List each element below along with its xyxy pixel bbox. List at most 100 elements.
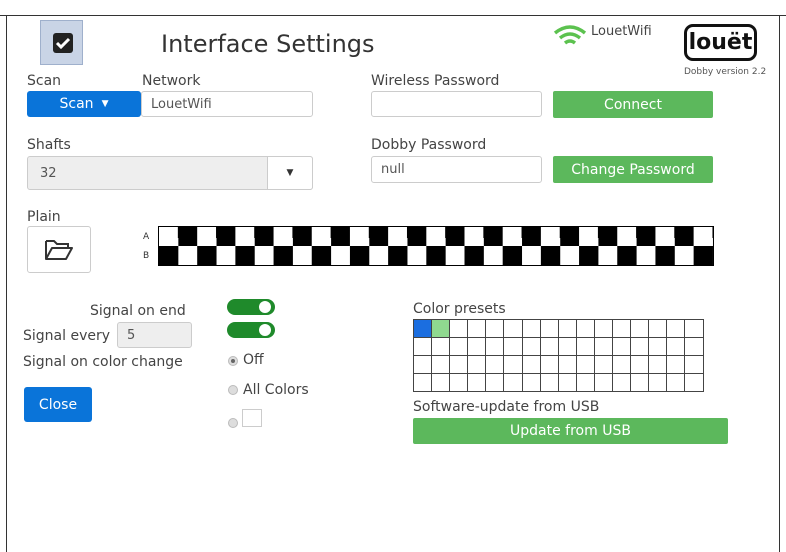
change-password-button[interactable]: Change Password bbox=[553, 156, 713, 183]
radio-custom-color[interactable] bbox=[228, 418, 238, 428]
color-preset-cell[interactable] bbox=[431, 355, 451, 375]
app-checkbox-icon[interactable] bbox=[40, 20, 83, 65]
color-preset-cell[interactable] bbox=[412, 355, 433, 375]
color-preset-cell[interactable] bbox=[666, 355, 686, 375]
color-preset-cell[interactable] bbox=[648, 318, 668, 339]
color-preset-cell[interactable] bbox=[684, 318, 704, 339]
version-label: Dobby version 2.2 bbox=[684, 67, 767, 77]
color-preset-cell[interactable] bbox=[521, 318, 541, 339]
color-preset-cell[interactable] bbox=[539, 355, 559, 375]
plain-weave-pattern[interactable] bbox=[158, 226, 714, 266]
color-preset-cell[interactable] bbox=[503, 355, 523, 375]
color-preset-cell[interactable] bbox=[648, 373, 668, 393]
color-preset-cell[interactable] bbox=[503, 373, 523, 393]
shafts-label: Shafts bbox=[27, 137, 71, 153]
custom-color-swatch[interactable] bbox=[242, 409, 262, 427]
color-preset-cell[interactable] bbox=[431, 373, 451, 393]
radio-all-colors-label: All Colors bbox=[243, 382, 309, 398]
color-preset-cell[interactable] bbox=[412, 318, 433, 339]
shafts-dropdown-button[interactable]: ▼ bbox=[267, 156, 313, 190]
color-preset-cell[interactable] bbox=[412, 337, 433, 357]
color-preset-cell[interactable] bbox=[449, 373, 469, 393]
brand-logo: louët bbox=[684, 24, 757, 61]
frame-top-border bbox=[0, 15, 786, 16]
color-preset-cell[interactable] bbox=[684, 337, 704, 357]
color-preset-cell[interactable] bbox=[612, 318, 632, 339]
color-preset-cell[interactable] bbox=[557, 373, 577, 393]
color-preset-cell[interactable] bbox=[521, 373, 541, 393]
color-preset-cell[interactable] bbox=[648, 337, 668, 357]
color-preset-cell[interactable] bbox=[575, 318, 595, 339]
row-a-label: A bbox=[143, 232, 150, 242]
color-preset-cell[interactable] bbox=[431, 318, 451, 339]
color-preset-cell[interactable] bbox=[593, 337, 614, 357]
color-preset-cell[interactable] bbox=[412, 373, 433, 393]
color-preset-cell[interactable] bbox=[557, 355, 577, 375]
color-preset-cell[interactable] bbox=[630, 318, 650, 339]
color-preset-cell[interactable] bbox=[557, 337, 577, 357]
color-preset-cell[interactable] bbox=[485, 318, 505, 339]
color-preset-cell[interactable] bbox=[539, 373, 559, 393]
color-preset-cell[interactable] bbox=[612, 373, 632, 393]
color-preset-cell[interactable] bbox=[503, 318, 523, 339]
color-preset-cell[interactable] bbox=[630, 355, 650, 375]
color-preset-cell[interactable] bbox=[593, 318, 614, 339]
signal-on-end-toggle[interactable] bbox=[227, 299, 275, 315]
color-preset-cell[interactable] bbox=[593, 355, 614, 375]
color-preset-cell[interactable] bbox=[467, 337, 487, 357]
dobby-password-input[interactable]: null bbox=[371, 156, 542, 183]
signal-on-end-label: Signal on end bbox=[90, 303, 186, 319]
color-preset-cell[interactable] bbox=[612, 337, 632, 357]
color-preset-cell[interactable] bbox=[684, 373, 704, 393]
scan-label: Scan bbox=[27, 73, 62, 89]
frame-right-border bbox=[779, 15, 780, 552]
color-preset-cell[interactable] bbox=[666, 337, 686, 357]
color-preset-cell[interactable] bbox=[449, 318, 469, 339]
close-button[interactable]: Close bbox=[24, 387, 92, 422]
update-from-usb-button[interactable]: Update from USB bbox=[413, 418, 728, 444]
color-preset-cell[interactable] bbox=[449, 337, 469, 357]
signal-every-toggle[interactable] bbox=[227, 322, 275, 338]
color-preset-cell[interactable] bbox=[503, 337, 523, 357]
signal-every-input[interactable]: 5 bbox=[117, 322, 192, 348]
color-preset-cell[interactable] bbox=[612, 355, 632, 375]
color-preset-cell[interactable] bbox=[630, 373, 650, 393]
color-preset-cell[interactable] bbox=[521, 355, 541, 375]
color-preset-cell[interactable] bbox=[575, 355, 595, 375]
color-preset-cell[interactable] bbox=[467, 355, 487, 375]
color-preset-cell[interactable] bbox=[521, 337, 541, 357]
color-preset-cell[interactable] bbox=[593, 373, 614, 393]
scan-button[interactable]: Scan ▼ bbox=[27, 91, 141, 117]
color-preset-cell[interactable] bbox=[666, 318, 686, 339]
color-preset-cell[interactable] bbox=[539, 318, 559, 339]
wireless-password-input[interactable] bbox=[371, 91, 542, 117]
radio-all-colors[interactable] bbox=[228, 385, 238, 395]
color-presets-grid[interactable] bbox=[412, 318, 704, 393]
folder-open-icon bbox=[45, 239, 73, 260]
color-presets-label: Color presets bbox=[413, 301, 506, 317]
color-preset-cell[interactable] bbox=[539, 337, 559, 357]
color-preset-cell[interactable] bbox=[575, 373, 595, 393]
color-preset-cell[interactable] bbox=[485, 373, 505, 393]
color-preset-cell[interactable] bbox=[467, 318, 487, 339]
signal-color-change-label: Signal on color change bbox=[23, 354, 183, 370]
color-preset-cell[interactable] bbox=[648, 355, 668, 375]
color-preset-cell[interactable] bbox=[684, 355, 704, 375]
wifi-network-name: LouetWifi bbox=[591, 24, 652, 39]
open-file-button[interactable] bbox=[27, 226, 91, 273]
color-preset-cell[interactable] bbox=[431, 337, 451, 357]
network-input[interactable]: LouetWifi bbox=[141, 91, 313, 117]
frame-left-border bbox=[6, 15, 7, 552]
color-preset-cell[interactable] bbox=[485, 337, 505, 357]
color-preset-cell[interactable] bbox=[557, 318, 577, 339]
wifi-icon bbox=[553, 25, 587, 51]
color-preset-cell[interactable] bbox=[449, 355, 469, 375]
color-preset-cell[interactable] bbox=[630, 337, 650, 357]
color-preset-cell[interactable] bbox=[485, 355, 505, 375]
color-preset-cell[interactable] bbox=[467, 373, 487, 393]
wireless-password-label: Wireless Password bbox=[371, 73, 500, 89]
color-preset-cell[interactable] bbox=[666, 373, 686, 393]
color-preset-cell[interactable] bbox=[575, 337, 595, 357]
connect-button[interactable]: Connect bbox=[553, 91, 713, 118]
radio-off[interactable] bbox=[228, 356, 238, 366]
